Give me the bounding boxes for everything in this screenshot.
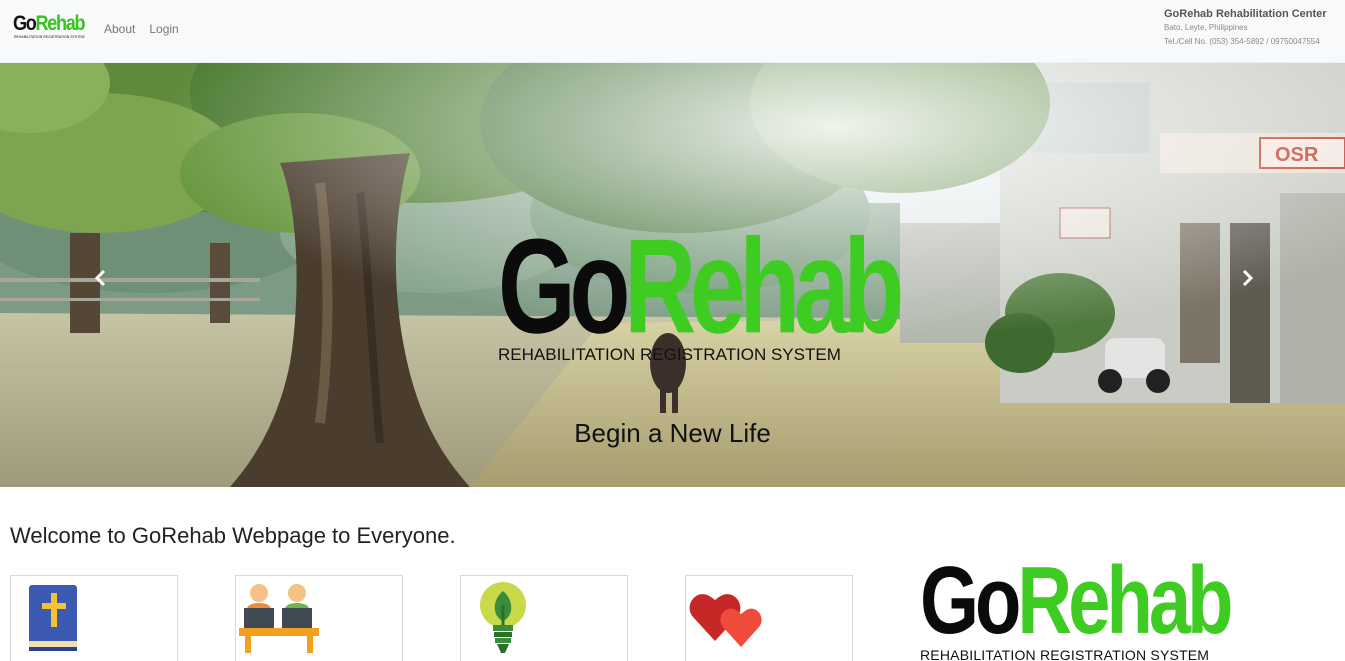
feature-card-love[interactable] [685,575,853,661]
nav-login-link[interactable]: Login [149,22,178,36]
nav-links: About Login [104,22,179,36]
hero-logo: GoRehab REHABILITATION REGISTRATION SYST… [498,218,904,367]
carousel-next-button[interactable] [1232,263,1262,293]
center-phone: Tel./Cell No. (053) 354-5892 / 097500475… [1164,37,1320,46]
footer-wordmark: GoRehab [920,547,1233,654]
brand-wordmark: GoRehab [13,12,86,35]
welcome-heading: Welcome to GoRehab Webpage to Everyone. [10,523,456,548]
footer-logo: GoRehab REHABILITATION REGISTRATION SYST… [920,551,1233,661]
people-computers-icon [239,584,319,653]
bible-icon [29,585,77,651]
feature-card-idea[interactable] [460,575,628,661]
chevron-right-icon [1242,269,1254,287]
center-name: GoRehab Rehabilitation Center [1164,8,1327,20]
footer-logo-subtitle: REHABILITATION REGISTRATION SYSTEM [920,647,1210,661]
hero-subtitle: REHABILITATION REGISTRATION SYSTEM [498,345,841,364]
feature-card-bible[interactable] [10,575,178,661]
center-address: Bato, Leyte, Philippines [1164,23,1248,32]
brand-logo[interactable]: GoRehab REHABILITATION REGISTRATION SYST… [13,12,86,41]
carousel-caption: Begin a New Life [574,418,771,448]
contact-info: GoRehab Rehabilitation Center Bato, Leyt… [1164,7,1336,49]
hearts-icon [689,594,762,647]
hero-carousel: OSR [0,63,1345,487]
nav-about-link[interactable]: About [104,22,135,36]
navbar: GoRehab REHABILITATION REGISTRATION SYST… [0,0,1345,63]
brand-subtitle: REHABILITATION REGISTRATION SYSTEM [14,35,85,39]
hero-wordmark: GoRehab [498,211,904,362]
feature-card-people[interactable] [235,575,403,661]
chevron-left-icon [94,269,106,287]
lightbulb-leaf-icon [480,582,526,653]
carousel-prev-button[interactable] [86,263,116,293]
